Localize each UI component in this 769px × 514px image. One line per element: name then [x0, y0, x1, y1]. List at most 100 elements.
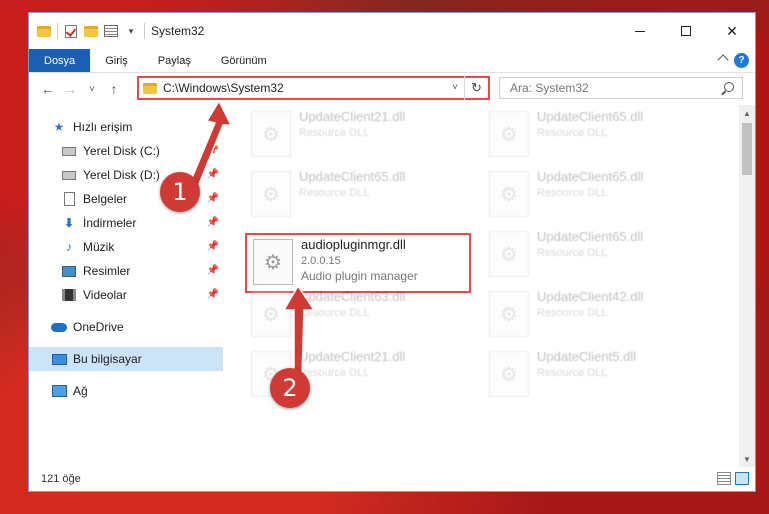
scrollbar-thumb[interactable]: [742, 123, 752, 175]
pictures-icon: [61, 264, 77, 278]
sidebar-item-label: Belgeler: [83, 192, 128, 206]
close-button[interactable]: ✕: [709, 13, 755, 49]
file-item[interactable]: UpdateClient21.dll Resource DLL: [245, 105, 465, 163]
file-name: UpdateClient65.dll: [299, 169, 406, 184]
search-icon: [724, 82, 734, 92]
file-name: UpdateClient21.dll: [299, 109, 406, 124]
folder-icon[interactable]: [37, 24, 51, 38]
toolbar-separator: [57, 23, 58, 39]
sidebar-item-label: OneDrive: [73, 320, 124, 334]
sidebar-item-label: Videolar: [83, 288, 127, 302]
sidebar-item-pictures[interactable]: Resimler 📌: [29, 259, 223, 283]
window-controls: ✕: [617, 13, 755, 49]
item-count: 121 öğe: [41, 473, 81, 485]
back-button[interactable]: ←: [37, 78, 59, 100]
expand-ribbon-icon[interactable]: [717, 54, 729, 66]
drive-icon: [61, 168, 77, 182]
network-icon: [51, 384, 67, 398]
sidebar-item-label: Yerel Disk (C:): [83, 144, 160, 158]
music-icon: ♪: [66, 240, 72, 254]
document-icon: [61, 192, 77, 206]
properties-check-icon[interactable]: [64, 24, 78, 38]
dll-file-icon: [251, 111, 291, 157]
sidebar-item-downloads[interactable]: ⬇ İndirmeler 📌: [29, 211, 223, 235]
file-item[interactable]: UpdateClient63.dllResource DLL: [245, 285, 465, 343]
refresh-button[interactable]: ↻: [464, 76, 488, 100]
vertical-scrollbar[interactable]: ▲ ▼: [739, 105, 755, 467]
address-text: C:\Windows\System32: [163, 81, 284, 95]
tab-view[interactable]: Görünüm: [206, 49, 282, 72]
pin-icon[interactable]: 📌: [207, 241, 219, 252]
file-name: UpdateClient65.dll: [537, 109, 644, 124]
sidebar-item-label: Resimler: [83, 264, 131, 278]
file-name: audiopluginmgr.dll: [301, 237, 406, 252]
content-area: ★ Hızlı erişim Yerel Disk (C:) 📌 Yerel D…: [29, 105, 755, 467]
file-description: Resource DLL: [537, 247, 608, 259]
dll-file-icon: [489, 171, 529, 217]
view-toggle: [717, 472, 749, 485]
file-explorer-window: ▾ System32 ✕ Dosya Giriş Paylaş Görünüm …: [28, 12, 756, 492]
minimize-icon: [635, 30, 645, 32]
file-item[interactable]: UpdateClient65.dll Resource DLL: [483, 225, 703, 283]
file-item[interactable]: UpdateClient42.dll Resource DLL: [483, 285, 703, 343]
file-description: Resource DLL: [537, 187, 608, 199]
computer-icon: [51, 352, 67, 366]
dll-file-icon: [253, 239, 293, 285]
sidebar-item-label: Yerel Disk (D:): [83, 168, 160, 182]
sidebar-item-label: Bu bilgisayar: [73, 352, 142, 366]
sidebar-item-this-pc[interactable]: Bu bilgisayar: [29, 347, 223, 371]
tiles-view-icon[interactable]: [735, 472, 749, 485]
cloud-icon: [51, 320, 67, 334]
sidebar-item-label: İndirmeler: [83, 216, 137, 230]
dll-file-icon: [489, 351, 529, 397]
folder-icon: [143, 82, 157, 94]
tab-home[interactable]: Giriş: [90, 49, 143, 72]
sidebar-item-music[interactable]: ♪ Müzik 📌: [29, 235, 223, 259]
video-icon: [61, 288, 77, 302]
pin-icon[interactable]: 📌: [207, 289, 219, 300]
sidebar-item-label: Müzik: [83, 240, 115, 254]
details-view-icon[interactable]: [717, 472, 731, 485]
download-icon: ⬇: [63, 216, 75, 230]
file-item-audiopluginmgr[interactable]: audiopluginmgr.dll 2.0.0.15 Audio plugin…: [245, 233, 471, 293]
file-item[interactable]: UpdateClient65.dll Resource DLL: [483, 165, 703, 223]
recent-locations-button[interactable]: ˅: [81, 78, 103, 100]
star-icon: ★: [53, 120, 65, 134]
search-input[interactable]: Ara: System32: [499, 77, 743, 99]
file-description: Resource DLL: [537, 127, 608, 139]
callout-badge-2: 2: [270, 368, 310, 408]
file-name: UpdateClient65.dll: [537, 229, 644, 244]
drive-icon: [61, 144, 77, 158]
properties-icon[interactable]: [104, 24, 118, 38]
help-icon[interactable]: ?: [734, 53, 749, 68]
customize-toolbar-icon[interactable]: ▾: [124, 24, 138, 38]
close-icon: ✕: [726, 22, 738, 39]
up-button[interactable]: ↑: [103, 78, 125, 100]
file-item[interactable]: UpdateClient5.dll Resource DLL: [483, 345, 703, 403]
sidebar-item-onedrive[interactable]: OneDrive: [29, 315, 223, 339]
pin-icon[interactable]: 📌: [207, 265, 219, 276]
file-name: UpdateClient5.dll: [537, 349, 637, 364]
sidebar-item-videos[interactable]: Videolar 📌: [29, 283, 223, 307]
file-description: Resource DLL: [299, 127, 370, 139]
address-dropdown-icon[interactable]: ˅: [452, 82, 458, 93]
file-description: Audio plugin manager: [301, 269, 418, 283]
scroll-up-icon[interactable]: ▲: [739, 105, 755, 121]
file-name: UpdateClient42.dll: [537, 289, 644, 304]
maximize-button[interactable]: [663, 13, 709, 49]
tab-file[interactable]: Dosya: [29, 49, 91, 72]
new-folder-icon[interactable]: [84, 24, 98, 38]
dll-file-icon: [489, 291, 529, 337]
minimize-button[interactable]: [617, 13, 663, 49]
quick-access-toolbar: ▾: [29, 23, 145, 39]
file-item[interactable]: UpdateClient65.dll Resource DLL: [245, 165, 465, 223]
dll-file-icon: [489, 111, 529, 157]
tab-share[interactable]: Paylaş: [143, 49, 206, 72]
sidebar-item-network[interactable]: Ağ: [29, 379, 223, 403]
callout-arrow-2: [282, 284, 316, 379]
forward-button[interactable]: →: [59, 78, 81, 100]
scroll-down-icon[interactable]: ▼: [739, 451, 755, 467]
pin-icon[interactable]: 📌: [207, 217, 219, 228]
file-item[interactable]: UpdateClient65.dll Resource DLL: [483, 105, 703, 163]
search-placeholder: Ara: System32: [510, 81, 589, 95]
